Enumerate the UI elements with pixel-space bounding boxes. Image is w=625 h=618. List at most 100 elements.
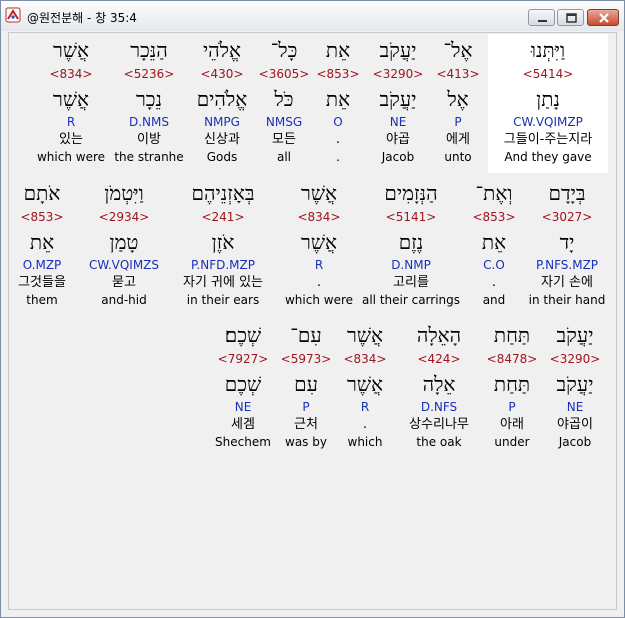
english-gloss: Jacob bbox=[381, 150, 415, 164]
hebrew-lemma: עִם bbox=[294, 372, 318, 396]
word-block[interactable]: אֲשֶׁר <834> אֲשֶׁר R 있는 which were bbox=[33, 34, 109, 173]
korean-gloss: 모든 bbox=[272, 132, 296, 147]
word-block[interactable]: וְאֶת־ <853> אֵת C.O . and bbox=[467, 177, 521, 316]
strong-number: <853> bbox=[20, 210, 64, 224]
word-block[interactable]: אֱלֹהֵי <430> אֱלֹהִים NMPG 신상과 Gods bbox=[189, 34, 255, 173]
strong-number: <834> bbox=[49, 67, 93, 81]
word-block[interactable]: בְּיָדָם <3027> יָד P.NFS.MZP 자기 손에 in t… bbox=[521, 177, 613, 316]
hebrew-word: שְׁכֶם׃ bbox=[224, 323, 262, 347]
word-block[interactable]: יַעֲקֹב <3290> יַעֲקֹב NE 야곱 Jacob bbox=[361, 34, 435, 173]
window-title: @원전분해 - 창 35:4 bbox=[27, 11, 137, 25]
strong-number: <3290> bbox=[549, 352, 601, 366]
hebrew-word: בְּאָזְנֵיהֶם bbox=[191, 181, 255, 205]
strong-number: <5414> bbox=[522, 67, 574, 81]
hebrew-lemma: שְׁכֶם bbox=[224, 372, 262, 396]
english-gloss: all bbox=[276, 150, 292, 164]
word-block[interactable]: הַנְּזָמִים <5141> נֶזֶם D.NMP 고리를 all t… bbox=[359, 177, 463, 316]
strong-number: <834> bbox=[343, 352, 387, 366]
morph-code: P bbox=[302, 400, 310, 414]
hebrew-word: אֱלֹהֵי bbox=[202, 38, 242, 62]
morph-code: NE bbox=[566, 400, 584, 414]
korean-gloss: 야곱이 bbox=[557, 417, 593, 432]
morph-code: NE bbox=[389, 115, 407, 129]
morph-code: D.NFS bbox=[420, 400, 458, 414]
hebrew-lemma: אֵת bbox=[481, 230, 507, 254]
analysis-app-icon[interactable] bbox=[5, 7, 21, 23]
hebrew-lemma: אֱלֹהִים bbox=[196, 87, 248, 111]
morph-code: CW.VQIMZP bbox=[513, 115, 583, 129]
hebrew-word: בְּיָדָם bbox=[548, 181, 586, 205]
hebrew-lemma: אֲשֶׁר bbox=[347, 372, 383, 396]
strong-number: <5236> bbox=[123, 67, 175, 81]
morph-code: D.NMS bbox=[128, 115, 169, 129]
strong-number: <430> bbox=[200, 67, 244, 81]
english-gloss: in their ears bbox=[186, 293, 260, 307]
hebrew-lemma: יַעֲקֹב bbox=[379, 87, 417, 111]
strong-number: <3290> bbox=[372, 67, 424, 81]
word-block[interactable]: שְׁכֶם׃ <7927> שְׁכֶם NE 세겜 Shechem bbox=[211, 319, 275, 458]
english-gloss: which were bbox=[36, 150, 106, 164]
hebrew-word: וְאֶת־ bbox=[475, 181, 513, 205]
korean-gloss: 고리를 bbox=[393, 275, 429, 290]
morph-code: R bbox=[360, 400, 370, 414]
morph-code: C.O bbox=[483, 258, 505, 272]
close-icon bbox=[599, 13, 609, 23]
strong-number: <8478> bbox=[486, 352, 538, 366]
strong-number: <2934> bbox=[98, 210, 150, 224]
interlinear-panel: וַיִּתְּנוּ <5414> נָתַן CW.VQIMZP 그들이-주… bbox=[8, 32, 617, 610]
word-block[interactable]: אֹתָם <853> אֵת O.MZP 그것들을 them bbox=[9, 177, 75, 316]
english-gloss: all their carrings bbox=[361, 293, 461, 307]
english-gloss: was by bbox=[285, 435, 327, 449]
hebrew-lemma: אֹזֶן bbox=[211, 230, 235, 254]
hebrew-word: יַעֲקֹב bbox=[379, 38, 417, 62]
english-gloss: under bbox=[494, 435, 530, 449]
minimize-button[interactable] bbox=[528, 9, 555, 26]
hebrew-word: וַיִּתְּנוּ bbox=[530, 38, 566, 62]
english-gloss: which bbox=[347, 435, 383, 449]
morph-code: O.MZP bbox=[22, 258, 62, 272]
hebrew-lemma: אֲשֶׁר bbox=[301, 230, 337, 254]
word-block[interactable]: וַיִּטְמֹן <2934> טָמַן CW.VQIMZS 묻고 and… bbox=[81, 177, 167, 316]
hebrew-word: אֲשֶׁר bbox=[53, 38, 89, 62]
word-block[interactable]: עִם־ <5973> עִם P 근처 was by bbox=[277, 319, 335, 458]
english-gloss: them bbox=[26, 293, 58, 307]
hebrew-lemma: אֵת bbox=[29, 230, 55, 254]
maximize-button[interactable] bbox=[557, 9, 584, 26]
english-gloss: Gods bbox=[206, 150, 238, 164]
strong-number: <241> bbox=[201, 210, 245, 224]
word-block[interactable]: יַעֲקֹב <3290> יַעֲקֹב NE 야곱이 Jacob bbox=[543, 319, 607, 458]
word-block[interactable]: כָּל־ <3605> כֹּל NMSG 모든 all bbox=[257, 34, 311, 173]
english-gloss: the oak bbox=[416, 435, 462, 449]
korean-gloss: 자기 손에 bbox=[541, 275, 593, 290]
word-block[interactable]: הָאֵלָה <424> אֵלָה D.NFS 상수리나무 the oak bbox=[397, 319, 481, 458]
hebrew-lemma: טָמַן bbox=[109, 230, 139, 254]
morph-code: R bbox=[314, 258, 324, 272]
hebrew-lemma: אֲשֶׁר bbox=[53, 87, 89, 111]
word-block[interactable]: אֲשֶׁר <834> אֲשֶׁר R . which bbox=[335, 319, 395, 458]
hebrew-lemma: נֶזֶם bbox=[398, 230, 424, 254]
korean-gloss: 신상과 bbox=[204, 132, 240, 147]
word-block[interactable]: וַיִּתְּנוּ <5414> נָתַן CW.VQIMZP 그들이-주… bbox=[488, 34, 608, 173]
close-button[interactable] bbox=[587, 9, 619, 26]
hebrew-word: אֲשֶׁר bbox=[301, 181, 337, 205]
word-block[interactable]: הַנֵּכָר <5236> נֵכָר D.NMS 이방 the stran… bbox=[111, 34, 187, 173]
word-block[interactable]: תַּחַת <8478> תַּחַת P 아래 under bbox=[481, 319, 543, 458]
korean-gloss: 그들이-주는지라 bbox=[503, 132, 593, 147]
english-gloss: the stranhe bbox=[114, 150, 184, 164]
strong-number: <3027> bbox=[541, 210, 593, 224]
hebrew-lemma: יָד bbox=[559, 230, 575, 254]
word-block[interactable]: אֲשֶׁר <834> אֲשֶׁר R . which were bbox=[279, 177, 359, 316]
korean-gloss: 있는 bbox=[59, 132, 83, 147]
korean-gloss: 세겜 bbox=[231, 417, 255, 432]
word-block[interactable]: בְּאָזְנֵיהֶם <241> אֹזֶן P.NFD.MZP 자기 귀… bbox=[169, 177, 277, 316]
hebrew-lemma: אֵת bbox=[325, 87, 351, 111]
hebrew-word: הַנְּזָמִים bbox=[384, 181, 438, 205]
strong-number: <5141> bbox=[385, 210, 437, 224]
morph-code: NMPG bbox=[204, 115, 240, 129]
korean-gloss: 상수리나무 bbox=[409, 417, 469, 432]
title-bar[interactable]: @원전분해 - 창 35:4 bbox=[1, 1, 624, 31]
morph-code: P.NFS.MZP bbox=[535, 258, 599, 272]
word-block[interactable]: אֵת <853> אֵת O . . bbox=[315, 34, 361, 173]
hebrew-word: אֹתָם bbox=[23, 181, 61, 205]
english-gloss: in their hand bbox=[528, 293, 606, 307]
